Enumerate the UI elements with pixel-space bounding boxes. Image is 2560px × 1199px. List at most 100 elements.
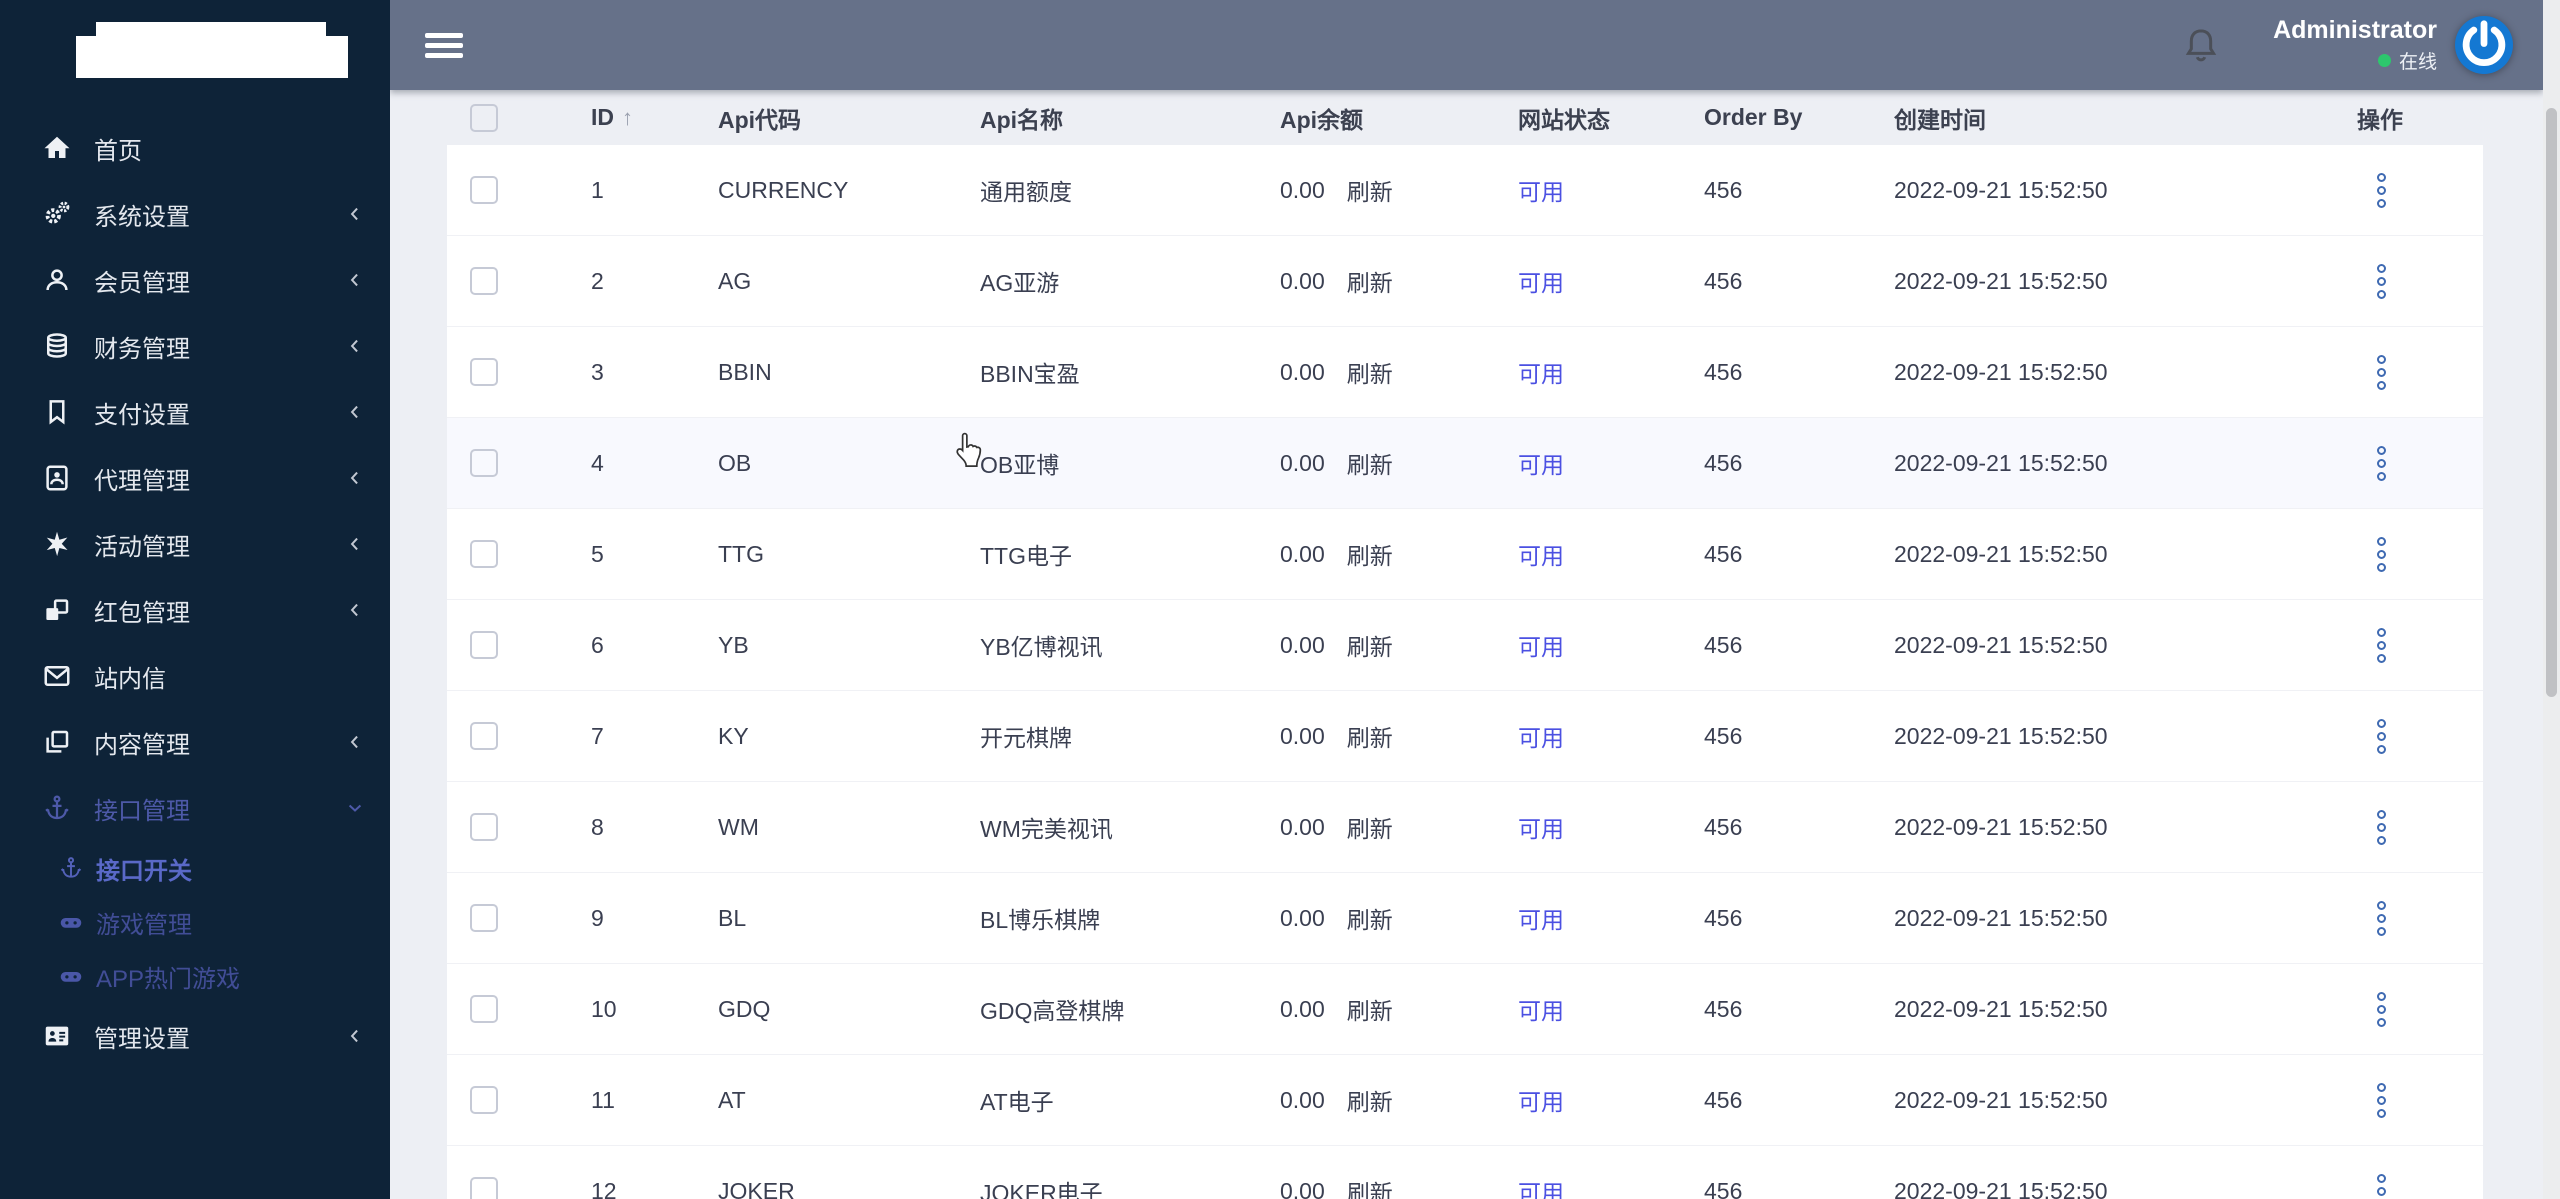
- refresh-link[interactable]: 刷新: [1347, 719, 1393, 753]
- user-menu[interactable]: Administrator 在线: [2273, 16, 2437, 74]
- row-actions-menu[interactable]: [2377, 809, 2397, 845]
- cell-created-at: 2022-09-21 15:52:50: [1894, 722, 2108, 749]
- notifications-bell-icon[interactable]: [2181, 25, 2221, 65]
- cell-api-code: YB: [718, 631, 749, 658]
- site-status-link[interactable]: 可用: [1518, 361, 1564, 387]
- cell-id: 11: [591, 1086, 615, 1113]
- refresh-link[interactable]: 刷新: [1347, 264, 1393, 298]
- cell-created-at: 2022-09-21 15:52:50: [1894, 540, 2108, 567]
- row-actions-menu[interactable]: [2377, 263, 2397, 299]
- column-header-id[interactable]: ID ↑: [591, 104, 718, 131]
- row-checkbox[interactable]: [470, 1177, 498, 1199]
- sort-asc-icon: ↑: [622, 105, 633, 130]
- column-header-api-name[interactable]: Api名称: [980, 101, 1280, 135]
- chevron-left-icon: [345, 534, 365, 554]
- row-actions-menu[interactable]: [2377, 354, 2397, 390]
- row-checkbox[interactable]: [470, 449, 498, 477]
- row-actions-menu[interactable]: [2377, 718, 2397, 754]
- table-row: 7 KY 开元棋牌 0.00 刷新 可用 456 2022-09-21 15:5…: [447, 691, 2483, 782]
- cell-created-at: 2022-09-21 15:52:50: [1894, 813, 2108, 840]
- site-status-link[interactable]: 可用: [1518, 907, 1564, 933]
- table-row: 8 WM WM完美视讯 0.00 刷新 可用 456 2022-09-21 15…: [447, 782, 2483, 873]
- row-actions-menu[interactable]: [2377, 900, 2397, 936]
- row-checkbox[interactable]: [470, 267, 498, 295]
- row-actions-menu[interactable]: [2377, 445, 2397, 481]
- sidebar-item-system[interactable]: 系统设置: [0, 181, 390, 247]
- sidebar-item-content[interactable]: 内容管理: [0, 709, 390, 775]
- refresh-link[interactable]: 刷新: [1347, 810, 1393, 844]
- cell-order-by: 456: [1704, 722, 1743, 749]
- refresh-link[interactable]: 刷新: [1347, 628, 1393, 662]
- site-status-link[interactable]: 可用: [1518, 543, 1564, 569]
- site-status-link[interactable]: 可用: [1518, 1180, 1564, 1199]
- site-status-link[interactable]: 可用: [1518, 816, 1564, 842]
- refresh-link[interactable]: 刷新: [1347, 992, 1393, 1026]
- cell-order-by: 456: [1704, 358, 1743, 385]
- row-checkbox[interactable]: [470, 540, 498, 568]
- table-card: 1 CURRENCY 通用额度 0.00 刷新 可用 456 2022-09-2…: [447, 145, 2483, 1199]
- row-actions-menu[interactable]: [2377, 172, 2397, 208]
- site-status-link[interactable]: 可用: [1518, 452, 1564, 478]
- row-actions-menu[interactable]: [2377, 627, 2397, 663]
- site-status-link[interactable]: 可用: [1518, 725, 1564, 751]
- sidebar-item-app-hot-games[interactable]: APP热门游戏: [0, 949, 390, 1003]
- refresh-link[interactable]: 刷新: [1347, 173, 1393, 207]
- column-header-order-by[interactable]: Order By: [1704, 104, 1894, 131]
- avatar[interactable]: [2455, 16, 2513, 74]
- sidebar-item-members[interactable]: 会员管理: [0, 247, 390, 313]
- sidebar-item-api[interactable]: 接口管理: [0, 775, 390, 841]
- site-status-link[interactable]: 可用: [1518, 634, 1564, 660]
- chevron-left-icon: [345, 270, 365, 290]
- row-checkbox[interactable]: [470, 722, 498, 750]
- vertical-scrollbar-thumb[interactable]: [2546, 108, 2557, 697]
- row-actions-menu[interactable]: [2377, 1173, 2397, 1199]
- row-actions-menu[interactable]: [2377, 991, 2397, 1027]
- sidebar-item-activities[interactable]: 活动管理: [0, 511, 390, 577]
- row-checkbox[interactable]: [470, 176, 498, 204]
- sidebar-item-api-switch[interactable]: 接口开关: [0, 841, 390, 895]
- sidebar-item-payment[interactable]: 支付设置: [0, 379, 390, 445]
- cell-created-at: 2022-09-21 15:52:50: [1894, 449, 2108, 476]
- sidebar-item-messages[interactable]: 站内信: [0, 643, 390, 709]
- sidebar-item-game-mgmt[interactable]: 游戏管理: [0, 895, 390, 949]
- refresh-link[interactable]: 刷新: [1347, 537, 1393, 571]
- cell-api-name: TTG电子: [980, 543, 1072, 569]
- sidebar-subitem-label: 接口开关: [96, 857, 192, 885]
- column-header-site-status[interactable]: 网站状态: [1518, 101, 1704, 135]
- select-all-checkbox[interactable]: [470, 103, 498, 132]
- column-header-api-balance[interactable]: Api余额: [1280, 101, 1518, 135]
- row-checkbox[interactable]: [470, 1086, 498, 1114]
- row-checkbox[interactable]: [470, 358, 498, 386]
- site-status-link[interactable]: 可用: [1518, 179, 1564, 205]
- cell-api-balance: 0.00: [1280, 813, 1325, 840]
- column-header-created-at[interactable]: 创建时间: [1894, 101, 2357, 135]
- refresh-link[interactable]: 刷新: [1347, 901, 1393, 935]
- column-header-actions: 操作: [2357, 106, 2403, 133]
- site-status-link[interactable]: 可用: [1518, 998, 1564, 1024]
- sidebar-item-label: 代理管理: [94, 467, 190, 495]
- sidebar-item-home[interactable]: 首页: [0, 115, 390, 181]
- cell-api-balance: 0.00: [1280, 176, 1325, 203]
- row-checkbox[interactable]: [470, 995, 498, 1023]
- refresh-link[interactable]: 刷新: [1347, 1174, 1393, 1199]
- refresh-link[interactable]: 刷新: [1347, 355, 1393, 389]
- app-logo[interactable]: [0, 0, 390, 115]
- site-status-link[interactable]: 可用: [1518, 1089, 1564, 1115]
- sidebar-item-agents[interactable]: 代理管理: [0, 445, 390, 511]
- table-row: 11 AT AT电子 0.00 刷新 可用 456 2022-09-21 15:…: [447, 1055, 2483, 1146]
- row-actions-menu[interactable]: [2377, 536, 2397, 572]
- site-status-link[interactable]: 可用: [1518, 270, 1564, 296]
- sidebar-toggle-button[interactable]: [425, 28, 463, 63]
- row-checkbox[interactable]: [470, 813, 498, 841]
- row-checkbox[interactable]: [470, 631, 498, 659]
- sidebar-item-label: 首页: [94, 137, 142, 165]
- row-actions-menu[interactable]: [2377, 1082, 2397, 1118]
- refresh-link[interactable]: 刷新: [1347, 1083, 1393, 1117]
- sidebar-item-redpacket[interactable]: 红包管理: [0, 577, 390, 643]
- cell-api-name: YB亿博视讯: [980, 634, 1103, 660]
- sidebar-item-admin-settings[interactable]: 管理设置: [0, 1003, 390, 1069]
- row-checkbox[interactable]: [470, 904, 498, 932]
- sidebar-item-finance[interactable]: 财务管理: [0, 313, 390, 379]
- column-header-api-code[interactable]: Api代码: [718, 101, 980, 135]
- refresh-link[interactable]: 刷新: [1347, 446, 1393, 480]
